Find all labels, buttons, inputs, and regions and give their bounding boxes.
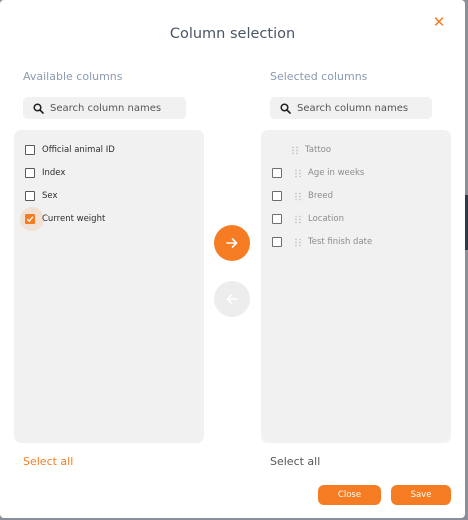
drag-handle-icon[interactable] — [294, 192, 302, 201]
item-label: Sex — [42, 191, 58, 201]
available-item-official-animal-id[interactable]: Official animal ID — [25, 141, 115, 159]
checkbox[interactable] — [272, 214, 282, 224]
item-label: Current weight — [42, 214, 106, 224]
arrow-left-icon — [226, 294, 238, 304]
checkbox[interactable] — [25, 145, 35, 155]
drag-handle-icon[interactable] — [294, 238, 302, 247]
close-button[interactable]: Close — [318, 485, 381, 505]
search-icon — [280, 102, 291, 114]
selected-columns-list: Tattoo Age in weeks Breed Location Test … — [261, 130, 451, 443]
search-icon — [33, 102, 44, 114]
available-item-current-weight[interactable]: Current weight — [14, 207, 106, 231]
select-all-available-link[interactable]: Select all — [23, 455, 73, 468]
selected-item-test-finish-date[interactable]: Test finish date — [272, 233, 372, 251]
available-columns-heading: Available columns — [23, 70, 123, 83]
arrow-right-icon — [226, 238, 238, 248]
available-search-input[interactable] — [50, 102, 170, 114]
selected-item-location[interactable]: Location — [272, 210, 344, 228]
selected-search-input[interactable] — [297, 102, 417, 114]
item-label: Breed — [308, 191, 333, 201]
move-left-button[interactable] — [214, 281, 250, 317]
item-label: Official animal ID — [42, 145, 115, 155]
drag-handle-icon[interactable] — [291, 146, 299, 155]
checkbox[interactable] — [272, 237, 282, 247]
selected-item-breed[interactable]: Breed — [272, 187, 333, 205]
select-all-selected-link[interactable]: Select all — [270, 455, 320, 468]
check-icon — [26, 216, 34, 223]
checkbox-checked[interactable] — [25, 214, 35, 224]
close-icon[interactable]: ✕ — [431, 14, 447, 30]
selected-item-age-in-weeks[interactable]: Age in weeks — [272, 164, 364, 182]
column-selection-dialog: Column selection ✕ Available columns Sel… — [0, 0, 465, 518]
available-search-field[interactable] — [23, 97, 186, 119]
checkbox[interactable] — [272, 168, 282, 178]
available-item-sex[interactable]: Sex — [25, 187, 58, 205]
item-label: Index — [42, 168, 66, 178]
item-label: Age in weeks — [308, 168, 365, 178]
save-button[interactable]: Save — [391, 485, 451, 505]
checkbox[interactable] — [25, 168, 35, 178]
drag-handle-icon[interactable] — [294, 215, 302, 224]
item-label: Test finish date — [308, 237, 373, 247]
checkbox[interactable] — [25, 191, 35, 201]
move-right-button[interactable] — [214, 225, 250, 261]
selected-columns-heading: Selected columns — [270, 70, 368, 83]
available-columns-list: Official animal ID Index Sex Current wei… — [14, 130, 204, 443]
available-item-index[interactable]: Index — [25, 164, 65, 182]
selected-search-field[interactable] — [270, 97, 432, 119]
item-label: Location — [308, 214, 344, 224]
checkbox[interactable] — [272, 191, 282, 201]
dialog-title: Column selection — [169, 26, 296, 42]
selected-item-tattoo[interactable]: Tattoo — [261, 141, 331, 159]
drag-handle-icon[interactable] — [294, 169, 302, 178]
item-label: Tattoo — [305, 145, 332, 155]
